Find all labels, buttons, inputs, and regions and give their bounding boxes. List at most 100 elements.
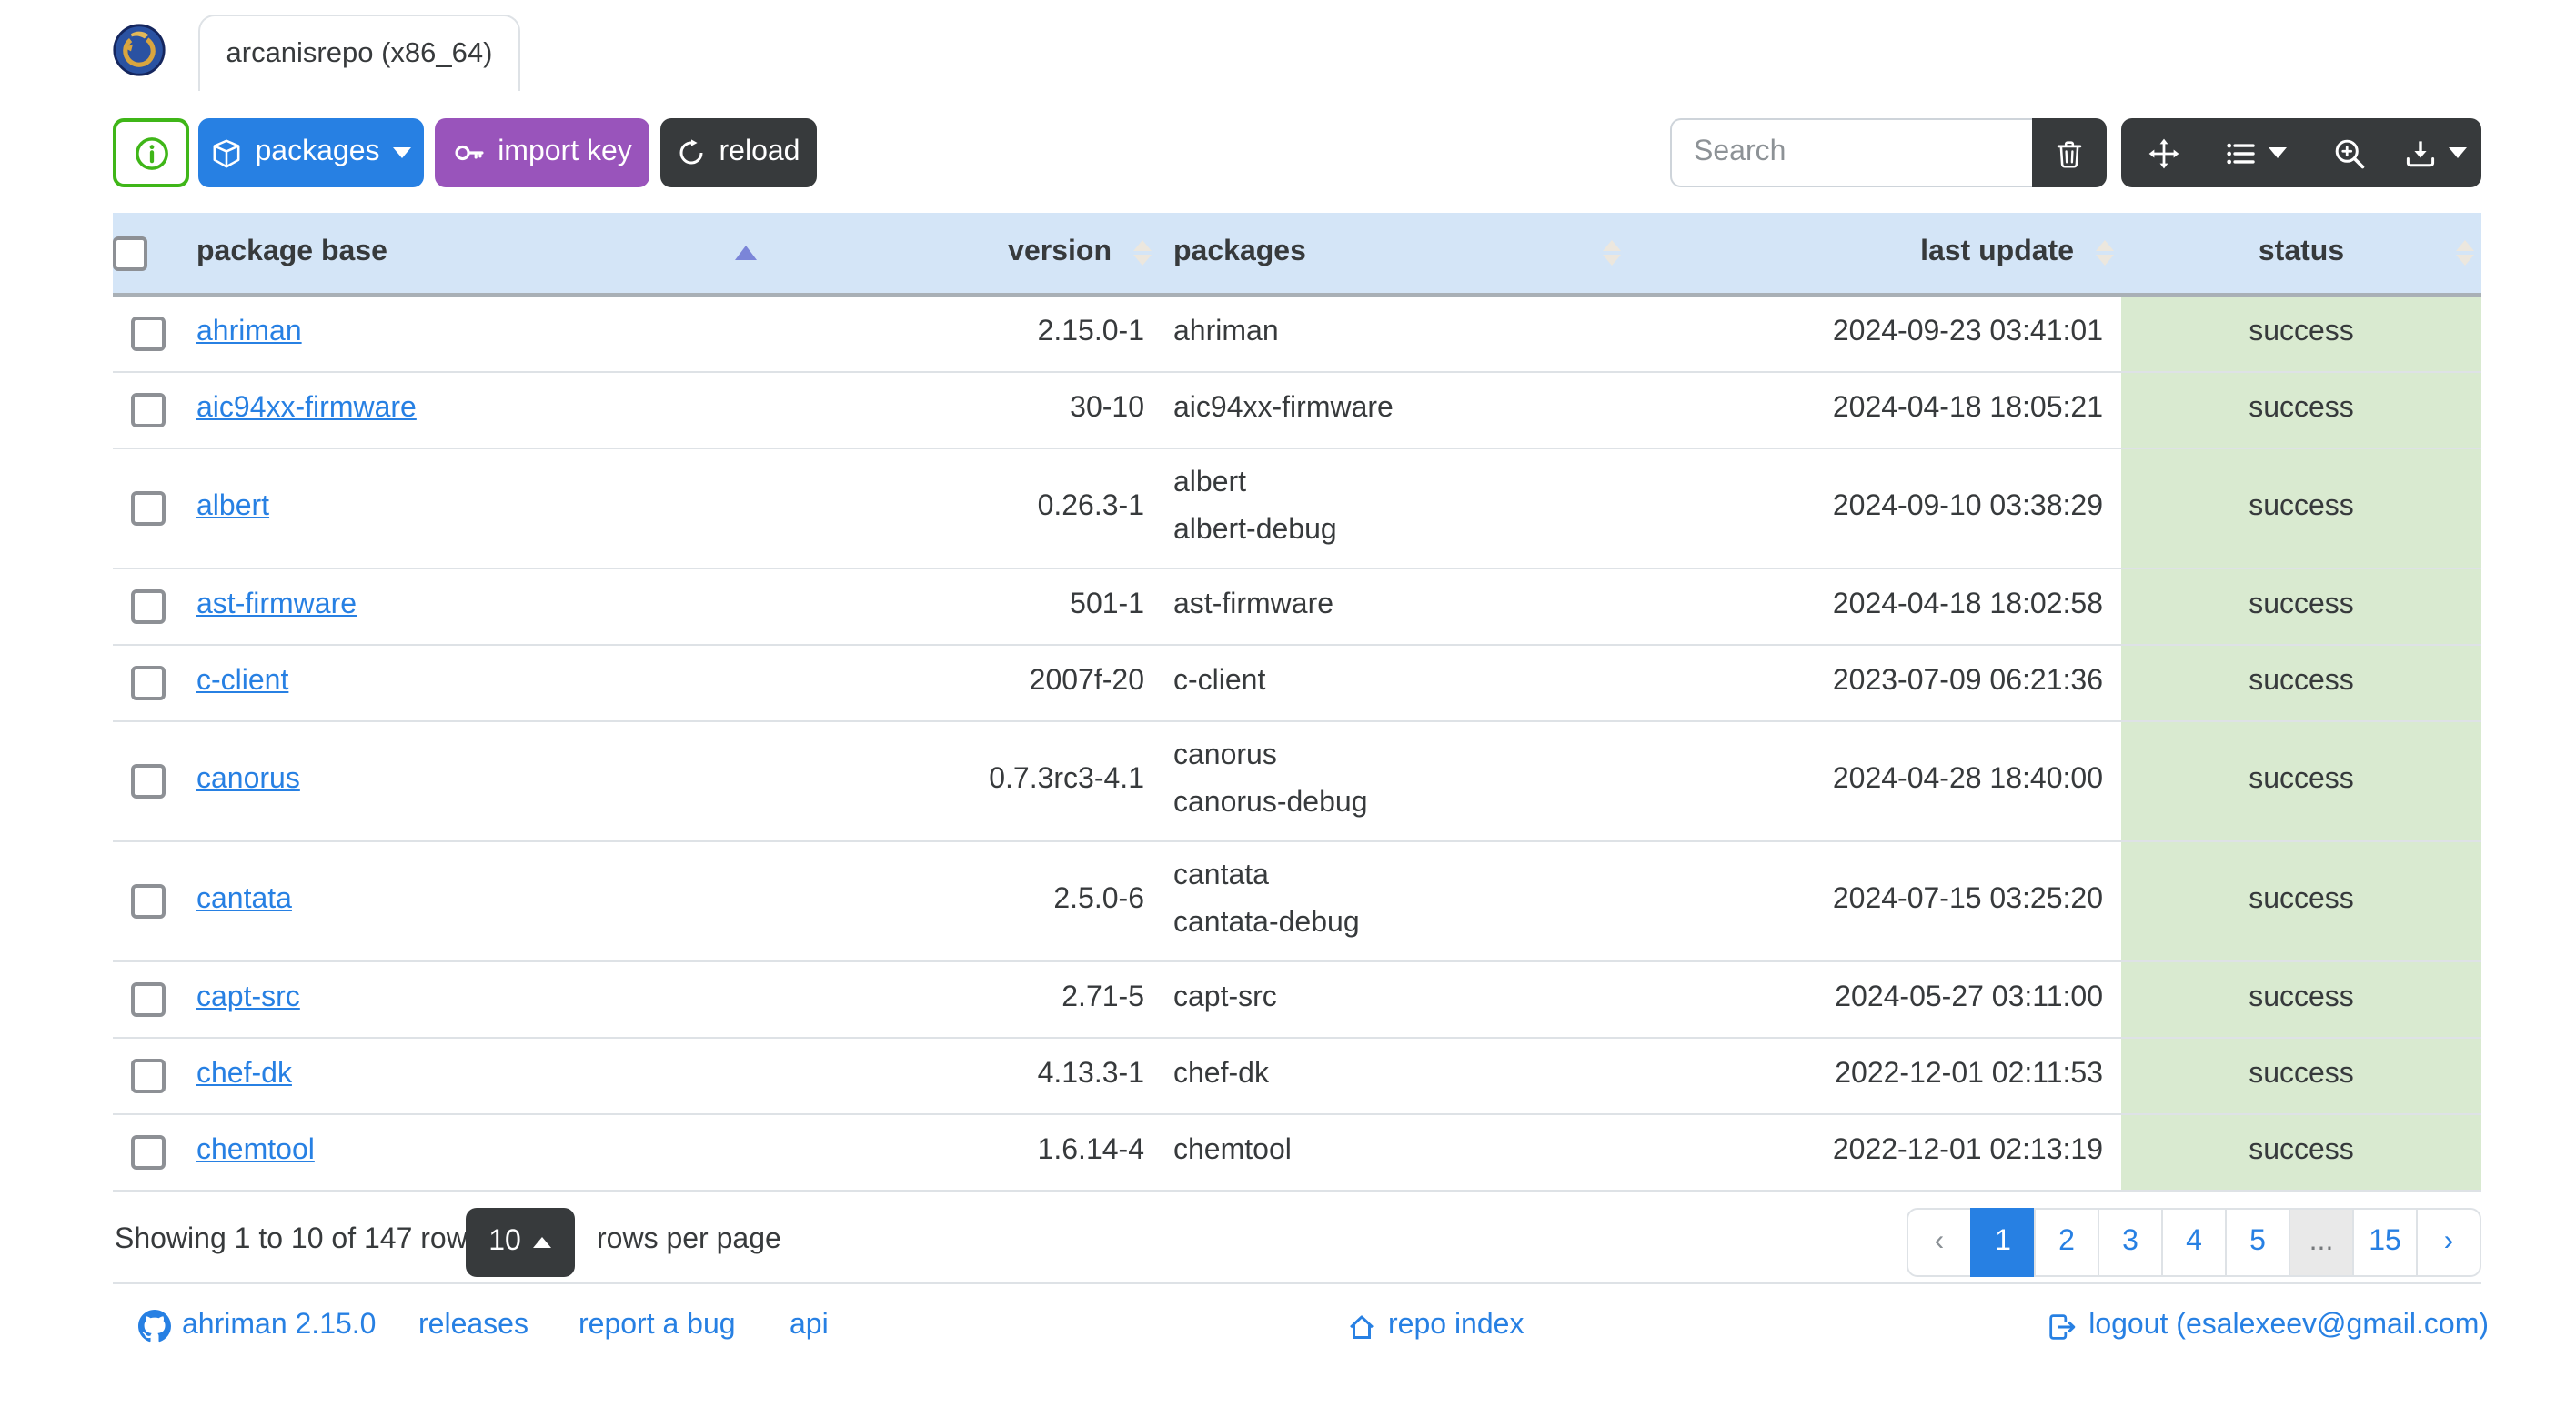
toggle-columns-button[interactable] [2205,118,2307,187]
table-body: ahriman 2.15.0-1 ahriman 2024-09-23 03:4… [113,295,2481,1191]
package-base-link[interactable]: chemtool [196,1135,315,1166]
table-row: aic94xx-firmware 30-10 aic94xx-firmware … [113,371,2481,448]
version-cell: 2.71-5 [773,960,1159,1038]
page-size-value: 10 [488,1226,521,1257]
caret-down-icon [2269,147,2287,158]
row-checkbox[interactable] [130,981,165,1016]
row-checkbox[interactable] [130,763,165,798]
page-button-15[interactable]: 15 [2352,1208,2418,1277]
package-base-link[interactable]: albert [196,491,269,522]
sort-icon [1603,240,1621,266]
page-button-prev[interactable]: ‹ [1907,1208,1972,1277]
sort-icon [2456,240,2474,266]
releases-link[interactable]: releases [418,1310,528,1343]
last-update-cell: 2024-07-15 03:25:20 [1628,840,2121,961]
repository-tab[interactable]: arcanisrepo (x86_64) [198,15,520,91]
row-checkbox[interactable] [130,392,165,427]
page-button-›[interactable]: › [2416,1208,2481,1277]
row-checkbox[interactable] [130,1058,165,1092]
house-icon [1350,1314,1374,1338]
table-row: cantata 2.5.0-6 cantata cantata-debug 202… [113,840,2481,961]
page-button-2[interactable]: 2 [2034,1208,2099,1277]
row-checkbox[interactable] [130,1134,165,1169]
sort-ascending-icon [735,246,757,260]
box-icon [214,138,240,167]
package-base-link[interactable]: aic94xx-firmware [196,393,417,424]
arrows-move-icon [2148,137,2179,168]
version-cell: 501-1 [773,568,1159,645]
column-header-status[interactable]: status [2121,213,2481,297]
version-cell: 0.7.3rc3-4.1 [773,720,1159,841]
clear-search-button[interactable] [2032,118,2107,187]
repo-index-link[interactable]: repo index [1346,1310,1524,1343]
reload-button-label: reload [719,136,800,167]
page-button-5[interactable]: 5 [2225,1208,2290,1277]
import-key-button[interactable]: import key [435,118,649,187]
download-icon [2406,140,2435,166]
import-key-button-label: import key [498,136,632,167]
package-base-link[interactable]: capt-src [196,982,300,1013]
logout-link[interactable]: logout (esalexeev@gmail.com) [2047,1310,2489,1343]
column-header-package-base[interactable]: package base [182,213,773,297]
table-tools [1670,118,2481,187]
table-row: ast-firmware 501-1 ast-firmware 2024-04-… [113,568,2481,645]
page-button-active[interactable]: 1 [1970,1208,2036,1277]
row-count-summary: Showing 1 to 10 of 147 rows [115,1224,482,1255]
package-base-link[interactable]: canorus [196,764,300,795]
packages-cell: c-client [1159,644,1628,721]
status-cell: success [2121,568,2481,645]
repository-tab-label: arcanisrepo (x86_64) [226,37,493,68]
version-cell: 0.26.3-1 [773,448,1159,568]
zoom-button[interactable] [2307,118,2390,187]
table-row: canorus 0.7.3rc3-4.1 canorus canorus-debu… [113,720,2481,841]
last-update-cell: 2024-04-28 18:40:00 [1628,720,2121,841]
page-button-dots: ... [2289,1208,2354,1277]
packages-button-label: packages [255,136,380,167]
status-cell: success [2121,1037,2481,1114]
column-header-packages[interactable]: packages [1159,213,1628,297]
package-base-link[interactable]: ast-firmware [196,589,357,620]
api-link[interactable]: api [790,1310,829,1343]
packages-cell: chef-dk [1159,1037,1628,1114]
packages-cell: ast-firmware [1159,568,1628,645]
table-row: chemtool 1.6.14-4 chemtool 2022-12-01 02… [113,1113,2481,1191]
sort-icon [2096,240,2114,266]
column-header-last-update[interactable]: last update [1628,213,2121,297]
row-checkbox[interactable] [130,588,165,623]
page-button-4[interactable]: 4 [2161,1208,2227,1277]
info-button[interactable] [113,118,189,187]
last-update-cell: 2024-09-10 03:38:29 [1628,448,2121,568]
package-base-link[interactable]: cantata [196,884,292,915]
search-input[interactable] [1670,118,2032,187]
row-checkbox[interactable] [130,883,165,918]
page-button-3[interactable]: 3 [2098,1208,2163,1277]
last-update-cell: 2024-04-18 18:02:58 [1628,568,2121,645]
row-checkbox[interactable] [130,665,165,699]
report-bug-link[interactable]: report a bug [579,1310,736,1343]
package-base-link[interactable]: c-client [196,666,288,697]
package-base-link[interactable]: chef-dk [196,1059,292,1090]
row-checkbox[interactable] [130,316,165,351]
select-all-checkbox[interactable] [113,236,147,270]
page-footer: ahriman 2.15.0 releases report a bug api… [113,1310,2489,1346]
status-cell: success [2121,448,2481,568]
packages-cell: canorus canorus-debug [1159,720,1628,841]
row-checkbox[interactable] [130,490,165,525]
version-cell: 1.6.14-4 [773,1113,1159,1191]
export-button[interactable] [2390,118,2481,187]
app-version-link[interactable]: ahriman 2.15.0 [138,1310,376,1343]
reload-button[interactable]: reload [660,118,817,187]
caret-down-icon [2449,147,2467,158]
page-size-dropdown[interactable]: 10 [466,1208,575,1277]
package-base-link[interactable]: ahriman [196,317,302,348]
status-cell: success [2121,840,2481,961]
column-header-version[interactable]: version [773,213,1159,297]
toolbar: packages import key reload [113,118,2481,187]
fullscreen-button[interactable] [2121,118,2205,187]
arrow-clockwise-icon [680,139,703,165]
pagination: ‹ 1 2 3 4 5... 15 › [1907,1208,2481,1277]
rows-per-page-label: rows per page [597,1224,781,1255]
packages-dropdown-button[interactable]: packages [198,118,424,187]
last-update-cell: 2024-09-23 03:41:01 [1628,295,2121,372]
caret-down-icon [392,147,411,158]
